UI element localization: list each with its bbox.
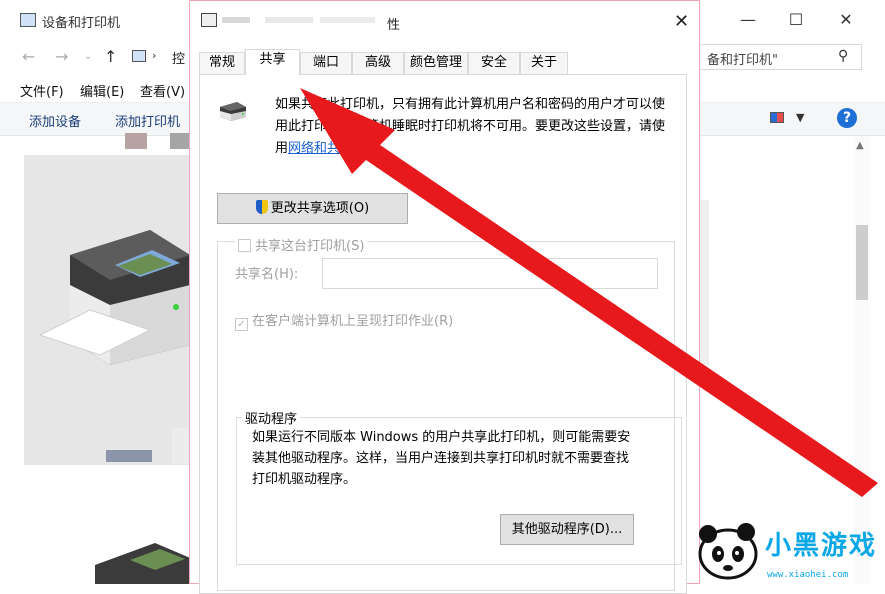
render-jobs-label: 在客户端计算机上呈现打印作业(R) xyxy=(252,314,454,329)
tab-ports[interactable]: 端口 xyxy=(300,52,352,74)
tab-about[interactable]: 关于 xyxy=(520,52,568,74)
change-sharing-options-button[interactable]: 更改共享选项(O) xyxy=(217,193,408,224)
dialog-close-button[interactable]: ✕ xyxy=(674,11,689,32)
forward-arrow-icon[interactable]: → xyxy=(55,47,68,66)
additional-drivers-button[interactable]: 其他驱动程序(D)... xyxy=(500,514,634,545)
checkbox-unchecked-icon xyxy=(238,239,251,252)
tab-general[interactable]: 常规 xyxy=(199,52,245,74)
share-name-label: 共享名(H): xyxy=(235,267,299,282)
window-close-button[interactable]: ✕ xyxy=(836,10,856,30)
search-icon[interactable]: ⚲ xyxy=(838,48,848,64)
recent-chevron-icon[interactable]: ⌄ xyxy=(84,51,92,62)
printer-icon xyxy=(40,230,190,365)
printer-properties-dialog: 性 ✕ 常规 共享 端口 高级 颜色管理 安全 关于 如果共享此打印机，只有拥有… xyxy=(189,0,700,594)
printer-icon xyxy=(95,543,195,584)
blurred-title xyxy=(320,17,375,23)
scroll-up-icon[interactable]: ▲ xyxy=(856,140,864,151)
scrollbar-thumb[interactable] xyxy=(856,225,868,300)
blurred-title xyxy=(222,17,250,23)
view-dropdown-icon[interactable]: ▼ xyxy=(796,111,804,124)
help-icon[interactable]: ? xyxy=(837,108,857,128)
watermark-text: 小黑游戏 xyxy=(765,531,878,561)
add-printer-button[interactable]: 添加打印机 xyxy=(115,111,180,130)
address-breadcrumb[interactable]: 控 xyxy=(172,48,185,67)
driver-group-title: 驱动程序 xyxy=(242,408,301,427)
breadcrumb-chevron-icon[interactable]: › xyxy=(152,49,156,62)
add-device-button[interactable]: 添加设备 xyxy=(29,111,81,130)
driver-description: 如果运行不同版本 Windows 的用户共享此打印机，则可能需要安装其他驱动程序… xyxy=(252,430,631,487)
blurred-label xyxy=(106,450,152,462)
network-sharing-center-link[interactable]: 网络和共享中心 xyxy=(288,141,379,156)
blurred-region xyxy=(125,133,147,149)
printer-info-icon xyxy=(220,102,246,121)
change-sharing-label: 更改共享选项(O) xyxy=(270,201,370,216)
sharing-info-text: 如果共享此打印机，只有拥有此计算机用户名和密码的用户才可以使用此打印机。计算机睡… xyxy=(275,94,675,160)
tab-sharing[interactable]: 共享 xyxy=(245,49,300,75)
control-panel-icon xyxy=(20,13,36,27)
menu-file[interactable]: 文件(F) xyxy=(20,81,64,100)
up-arrow-icon[interactable]: ↑ xyxy=(104,47,117,66)
watermark-url: www.xiaohei.com xyxy=(767,570,849,580)
menu-view[interactable]: 查看(V) xyxy=(140,81,185,100)
printer-title-icon xyxy=(201,13,217,27)
back-arrow-icon[interactable]: ← xyxy=(22,47,35,66)
tab-security[interactable]: 安全 xyxy=(468,52,520,74)
search-placeholder: 备和打印机" xyxy=(707,53,778,68)
share-printer-label: 共享这台打印机(S) xyxy=(255,239,365,254)
render-jobs-checkbox[interactable]: ✓ 在客户端计算机上呈现打印作业(R) xyxy=(235,310,453,331)
tab-color-management[interactable]: 颜色管理 xyxy=(404,52,468,74)
share-name-input[interactable] xyxy=(322,258,658,289)
view-options-icon[interactable] xyxy=(770,112,784,123)
checkbox-checked-icon: ✓ xyxy=(235,318,248,331)
dialog-title: 性 xyxy=(387,18,401,33)
menu-edit[interactable]: 编辑(E) xyxy=(80,81,124,100)
minimize-button[interactable]: — xyxy=(738,10,758,30)
share-printer-checkbox[interactable]: 共享这台打印机(S) xyxy=(235,235,368,254)
address-control-panel-icon xyxy=(132,50,146,62)
tab-advanced[interactable]: 高级 xyxy=(352,52,404,74)
maximize-button[interactable]: ☐ xyxy=(786,10,806,30)
uac-shield-icon xyxy=(255,200,268,214)
info-text-end: 。 xyxy=(379,141,393,156)
blurred-title xyxy=(265,17,313,23)
window-title: 设备和打印机 xyxy=(42,16,121,31)
